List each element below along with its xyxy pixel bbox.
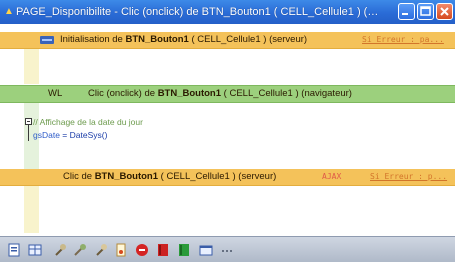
tool-button[interactable] <box>52 242 68 258</box>
green-book-button[interactable] <box>176 242 192 258</box>
collapse-toggle[interactable] <box>25 118 32 125</box>
event-icon <box>40 36 54 44</box>
click-server-section-header[interactable]: Clic de BTN_Bouton1 ( CELL_Cellule1 ) (s… <box>0 169 455 186</box>
page-button[interactable] <box>6 242 22 258</box>
minimize-icon <box>402 13 408 15</box>
window-title: PAGE_Disponibilite - Clic (onclick) de B… <box>16 6 382 18</box>
tool-button-2[interactable] <box>93 242 109 258</box>
stop-icon <box>136 244 148 256</box>
ajax-label[interactable]: AJAX <box>322 169 341 185</box>
app-icon: ▲ <box>4 6 14 17</box>
minimize-button[interactable] <box>398 3 415 20</box>
book-icon <box>158 244 168 256</box>
section-tag: WL <box>48 88 63 99</box>
click-browser-section-label: Clic (onclick) de BTN_Bouton1 ( CELL_Cel… <box>88 88 352 99</box>
maximize-button[interactable] <box>417 3 434 20</box>
page-icon <box>8 243 20 257</box>
bottom-toolbar <box>0 236 455 262</box>
dots-icon <box>222 250 232 252</box>
click-browser-section-header[interactable]: WL Clic (onclick) de BTN_Bouton1 ( CELL_… <box>0 85 455 103</box>
wrench-icon <box>74 244 86 256</box>
wrench-button[interactable] <box>72 242 88 258</box>
window-icon <box>199 245 213 256</box>
close-icon <box>440 7 449 16</box>
more-button[interactable] <box>219 242 235 258</box>
error-handler-link[interactable]: Si Erreur : p... <box>370 169 447 185</box>
init-section-label: Initialisation de BTN_Bouton1 ( CELL_Cel… <box>60 34 308 45</box>
table-icon <box>28 244 42 256</box>
code-statement[interactable]: gsDate = DateSys() <box>33 130 107 140</box>
green-book-icon <box>179 244 189 256</box>
section-gutter <box>24 185 39 233</box>
doc-icon <box>116 243 126 257</box>
tool-icon <box>96 244 107 256</box>
close-button[interactable] <box>436 3 453 20</box>
table-button[interactable] <box>27 242 43 258</box>
section-gutter <box>24 48 39 84</box>
error-handler-link[interactable]: Si Erreur : pa... <box>362 32 444 48</box>
title-bar[interactable]: ▲ PAGE_Disponibilite - Clic (onclick) de… <box>0 0 455 24</box>
code-editor-window: ▲ PAGE_Disponibilite - Clic (onclick) de… <box>0 0 455 262</box>
collapse-line <box>28 125 29 141</box>
tool-icon <box>55 244 66 256</box>
click-server-section-label: Clic de BTN_Bouton1 ( CELL_Cellule1 ) (s… <box>63 171 277 182</box>
book-button[interactable] <box>155 242 171 258</box>
maximize-icon <box>420 6 431 16</box>
window-button[interactable] <box>198 242 214 258</box>
init-section-header[interactable]: Initialisation de BTN_Bouton1 ( CELL_Cel… <box>0 32 455 49</box>
stop-button[interactable] <box>134 242 150 258</box>
code-comment[interactable]: // Affichage de la date du jour <box>33 117 143 127</box>
doc-button[interactable] <box>113 242 129 258</box>
